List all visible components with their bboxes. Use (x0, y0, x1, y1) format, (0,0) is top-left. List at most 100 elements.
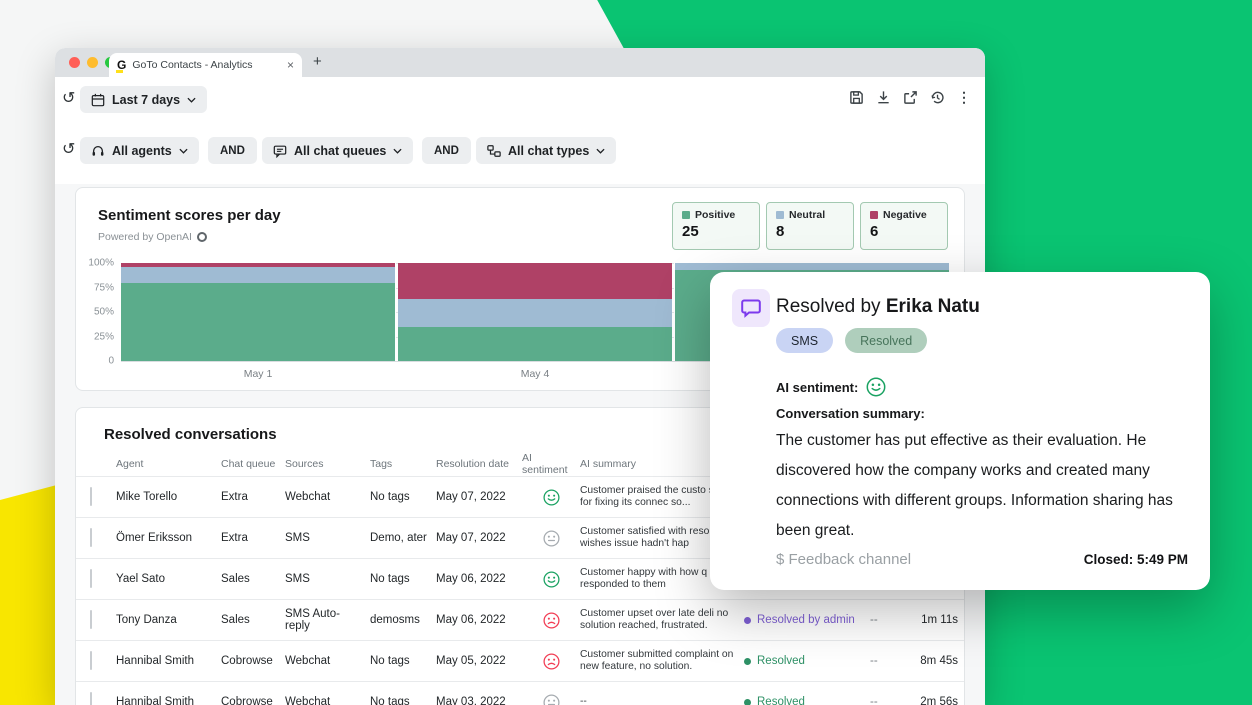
cell-sources: SMS (285, 532, 370, 544)
table-row[interactable]: Hannibal SmithCobrowseWebchatNo tagsMay … (76, 682, 964, 705)
filter-label: All chat types (508, 144, 589, 158)
cell-chat-queue: Cobrowse (221, 696, 285, 705)
sentiment-positive-icon (522, 571, 580, 588)
download-icon[interactable] (876, 90, 891, 105)
analytics-toolbar: ↺ Last 7 days (55, 77, 985, 184)
cell-agent: Tony Danza (116, 614, 221, 626)
cell-agent: Ömer Eriksson (116, 532, 221, 544)
row-checkbox[interactable] (90, 487, 92, 506)
cell-tags: No tags (370, 696, 436, 705)
chat-types-icon (487, 144, 501, 158)
history-icon[interactable] (930, 90, 945, 105)
row-checkbox[interactable] (90, 692, 92, 705)
filter-all-chat-queues[interactable]: All chat queues (262, 137, 413, 164)
cell-sources: Webchat (285, 696, 370, 705)
bar-segment-negative (398, 263, 672, 299)
calendar-icon (91, 93, 105, 107)
conversation-summary-label: Conversation summary: (776, 406, 925, 421)
cell-tags: Demo, ater (370, 532, 436, 544)
row-checkbox[interactable] (90, 610, 92, 629)
x-axis-tick: May 4 (398, 368, 672, 380)
y-axis-tick: 50% (76, 307, 114, 318)
cell-sources: SMS (285, 573, 370, 585)
cell-resolution-date: May 05, 2022 (436, 655, 522, 667)
closed-time-label: Closed: 5:49 PM (1084, 552, 1188, 567)
bar-segment-positive (398, 327, 672, 361)
bar-segment-positive (121, 283, 395, 361)
cell-chat-queue: Extra (221, 532, 285, 544)
cell-empty-value: -- (870, 696, 908, 705)
sentiment-negative-icon (522, 612, 580, 629)
chevron-down-icon (179, 148, 188, 154)
cell-tags: demosms (370, 614, 436, 626)
filter-all-agents[interactable]: All agents (80, 137, 199, 164)
column-header-tags[interactable]: Tags (370, 458, 436, 470)
status-dot (744, 617, 751, 624)
reset-filters-icon[interactable]: ↺ (62, 140, 75, 160)
save-icon[interactable] (849, 90, 864, 105)
toolbar-actions: ⋮ (849, 89, 971, 106)
cell-resolution-date: May 07, 2022 (436, 532, 522, 544)
chevron-down-icon (393, 148, 402, 154)
tab-title: GoTo Contacts - Analytics (132, 59, 281, 71)
date-range-filter[interactable]: Last 7 days (80, 86, 207, 113)
row-checkbox[interactable] (90, 528, 92, 547)
cell-agent: Mike Torello (116, 491, 221, 503)
cell-resolution-date: May 06, 2022 (436, 573, 522, 585)
cell-duration: 8m 45s (908, 655, 966, 667)
bar-segment-neutral (398, 299, 672, 326)
column-header-chat-queue[interactable]: Chat queue (221, 458, 285, 470)
cell-ai-summary: Customer upset over late deli no solutio… (580, 608, 744, 633)
minimize-window-button[interactable] (87, 57, 98, 68)
cell-duration: 2m 56s (908, 696, 966, 705)
cell-duration: 1m 11s (908, 614, 966, 626)
cell-chat-queue: Extra (221, 491, 285, 503)
cell-tags: No tags (370, 491, 436, 503)
tab-close-icon[interactable]: × (287, 58, 294, 72)
column-header-agent[interactable]: Agent (116, 458, 221, 470)
filter-all-chat-types[interactable]: All chat types (476, 137, 616, 164)
cell-sources: SMS Auto-reply (285, 608, 370, 632)
chevron-down-icon (187, 97, 196, 103)
sentiment-positive-icon (522, 489, 580, 506)
popup-title: Resolved by Erika Natu (776, 296, 980, 318)
table-row[interactable]: Tony DanzaSalesSMS Auto-replydemosmsMay … (76, 600, 964, 641)
y-axis-tick: 25% (76, 331, 114, 342)
stacked-bar (398, 263, 672, 361)
table-row[interactable]: Hannibal SmithCobrowseWebchatNo tagsMay … (76, 641, 964, 682)
new-tab-button[interactable]: + (313, 53, 322, 70)
popup-tags: SMSResolved (776, 328, 927, 353)
cell-tags: No tags (370, 573, 436, 585)
filter-operator-and: AND (422, 137, 471, 164)
browser-tab-bar: G GoTo Contacts - Analytics × + (55, 48, 985, 77)
cell-ai-summary: Customer submitted complaint on new feat… (580, 649, 744, 674)
cell-agent: Yael Sato (116, 573, 221, 585)
popup-footer: $ Feedback channel Closed: 5:49 PM (776, 551, 1188, 568)
cell-sources: Webchat (285, 655, 370, 667)
column-header-resolution-date[interactable]: Resolution date (436, 458, 522, 470)
chevron-down-icon (596, 148, 605, 154)
cell-ai-summary: -- (580, 696, 744, 705)
agent-name: Erika Natu (886, 296, 980, 317)
kebab-menu-icon[interactable]: ⋮ (957, 89, 971, 106)
close-window-button[interactable] (69, 57, 80, 68)
reset-date-filter-icon[interactable]: ↺ (62, 89, 75, 109)
cell-chat-queue: Sales (221, 614, 285, 626)
column-header-ai-sentiment[interactable]: AI sentiment (522, 452, 580, 476)
row-checkbox[interactable] (90, 569, 92, 588)
column-header-sources[interactable]: Sources (285, 458, 370, 470)
cell-sources: Webchat (285, 491, 370, 503)
share-icon[interactable] (903, 90, 918, 105)
browser-tab[interactable]: G GoTo Contacts - Analytics × (109, 53, 302, 77)
filter-label: All agents (112, 144, 172, 158)
cell-resolution-date: May 03, 2022 (436, 696, 522, 705)
y-axis-tick: 0 (76, 356, 114, 367)
sentiment-neutral-icon (522, 694, 580, 705)
status-dot (744, 658, 751, 665)
cell-agent: Hannibal Smith (116, 696, 221, 705)
x-axis-tick: May 1 (121, 368, 395, 380)
cell-status: Resolved by admin (744, 614, 870, 626)
filter-operator-and: AND (208, 137, 257, 164)
row-checkbox[interactable] (90, 651, 92, 670)
chat-bubble-icon (732, 289, 770, 327)
